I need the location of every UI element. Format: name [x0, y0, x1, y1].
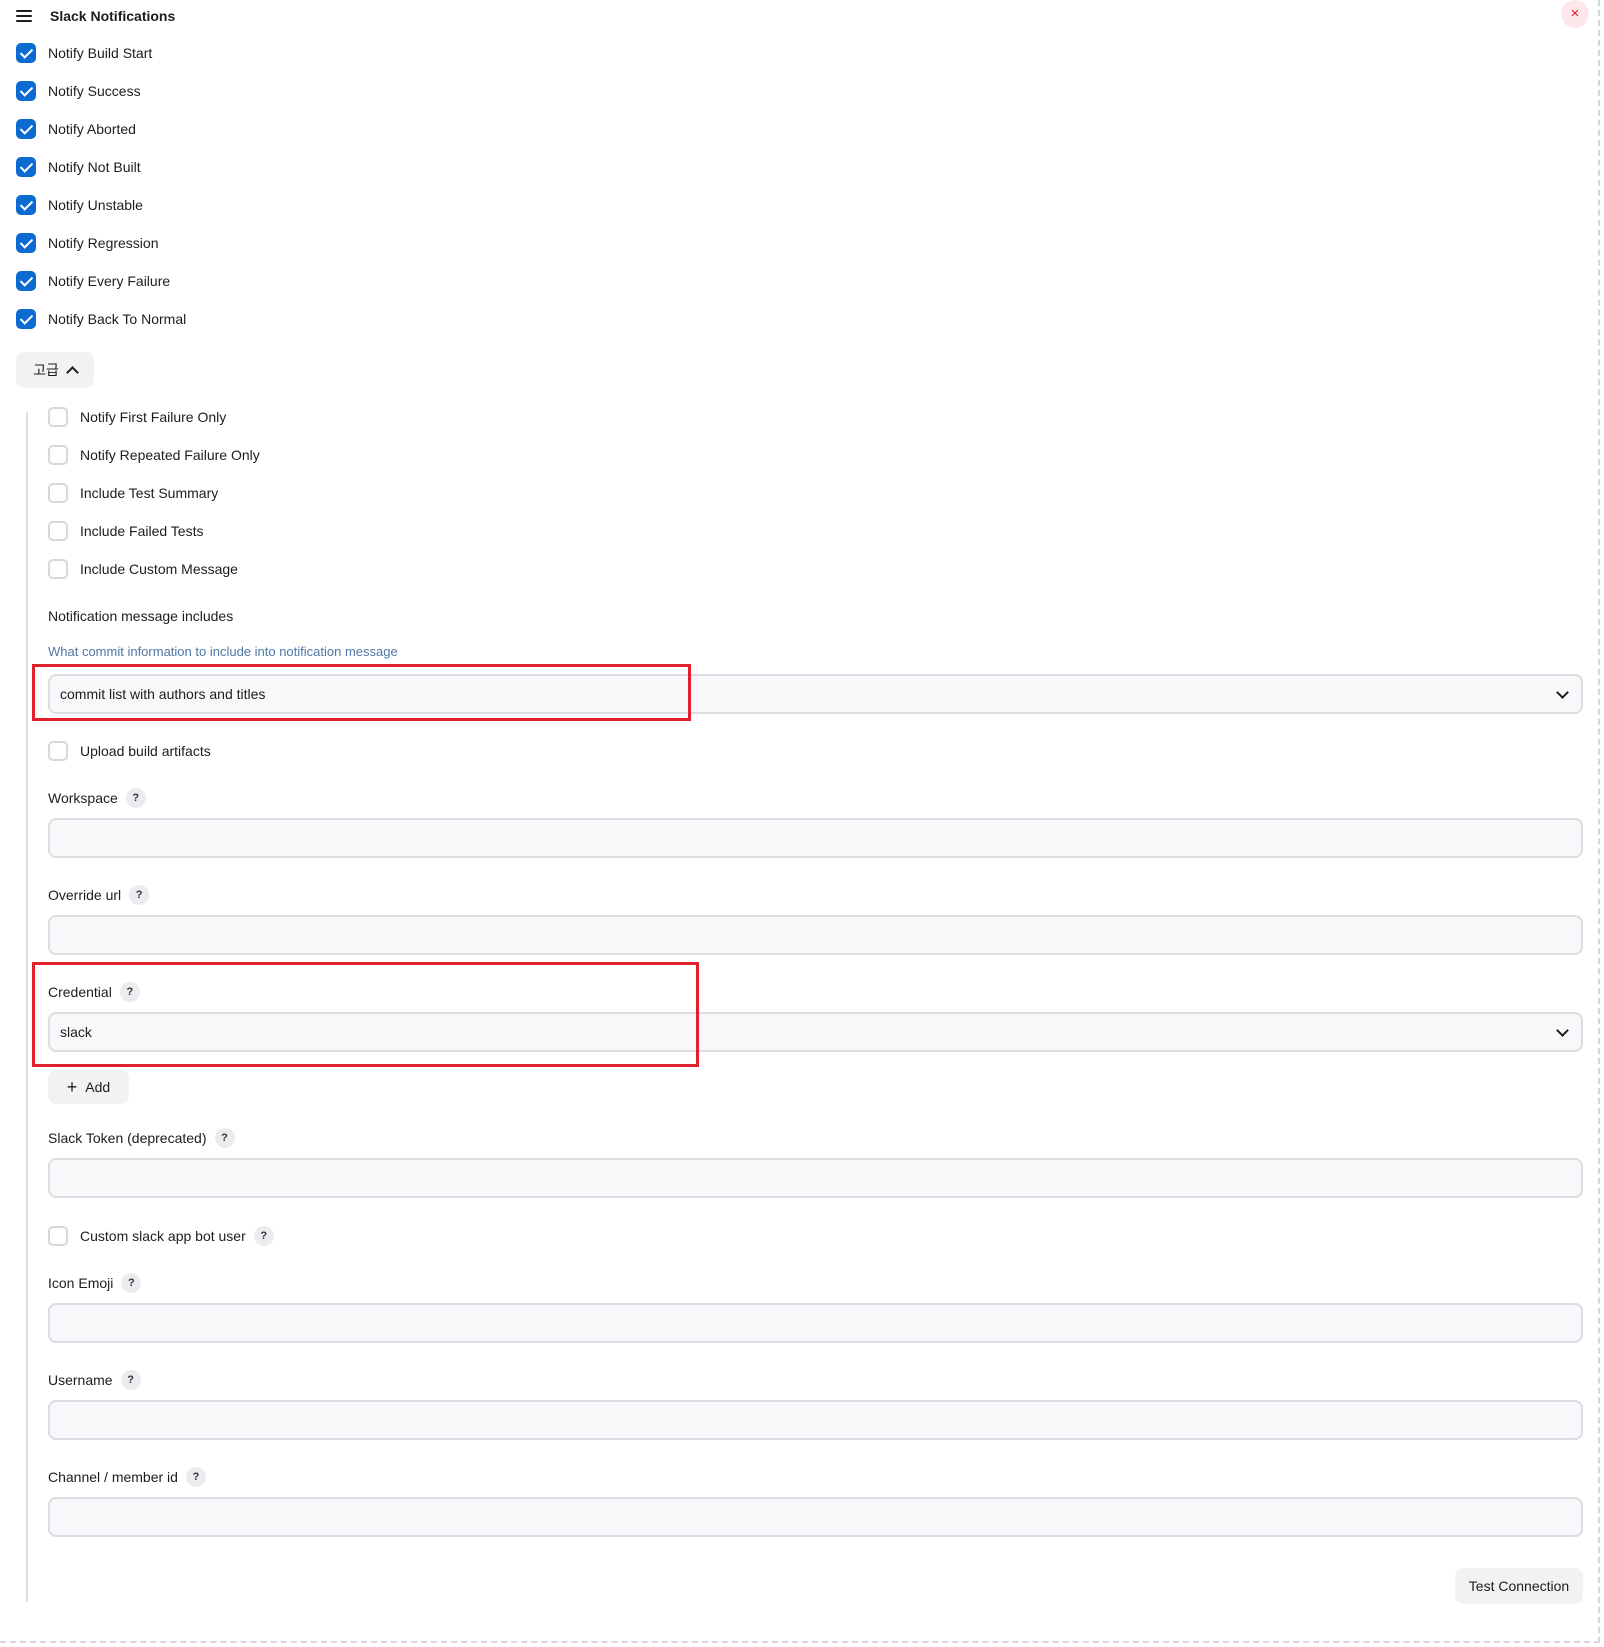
help-icon[interactable]: ?	[125, 788, 146, 808]
checkbox-notify-not-built[interactable]: Notify Not Built	[16, 157, 141, 177]
checkbox-label: Notify Success	[48, 83, 141, 99]
slack-token-input[interactable]	[48, 1158, 1583, 1198]
checkbox-checked-icon[interactable]	[16, 157, 36, 177]
icon-emoji-label: Icon Emoji ?	[48, 1273, 142, 1293]
checkbox-notify-aborted[interactable]: Notify Aborted	[16, 119, 136, 139]
username-label-text: Username	[48, 1372, 113, 1388]
advanced-label: 고급	[33, 362, 59, 378]
checkbox-include-failed-tests[interactable]: Include Failed Tests	[48, 521, 203, 541]
checkbox-label: Notify Build Start	[48, 45, 153, 61]
checkbox-checked-icon[interactable]	[16, 233, 36, 253]
credential-selected: slack	[60, 1024, 92, 1040]
checkbox-label: Notify Every Failure	[48, 273, 171, 289]
help-icon[interactable]: ?	[129, 885, 150, 905]
add-button-label: Add	[85, 1079, 111, 1095]
checkbox-unchecked-icon[interactable]	[48, 1226, 68, 1246]
checkbox-label: Notify Aborted	[48, 121, 136, 137]
icon-emoji-input[interactable]	[48, 1303, 1583, 1343]
checkbox-label: Notify Regression	[48, 235, 159, 251]
plus-icon: +	[66, 1077, 78, 1097]
override-url-label: Override url ?	[48, 885, 150, 905]
checkbox-unchecked-icon[interactable]	[48, 483, 68, 503]
checkbox-label: Notify Back To Normal	[48, 311, 187, 327]
checkbox-notify-first-failure-only[interactable]: Notify First Failure Only	[48, 407, 226, 427]
add-credential-button[interactable]: + Add	[48, 1070, 129, 1104]
section-title: Slack Notifications	[50, 8, 176, 24]
checkbox-notify-repeated-failure-only[interactable]: Notify Repeated Failure Only	[48, 445, 260, 465]
checkbox-include-test-summary[interactable]: Include Test Summary	[48, 483, 218, 503]
close-button[interactable]: ×	[1561, 0, 1589, 28]
checkbox-checked-icon[interactable]	[16, 195, 36, 215]
chevron-down-icon	[1556, 1024, 1569, 1037]
chevron-up-icon	[66, 365, 79, 379]
checkbox-unchecked-icon[interactable]	[48, 407, 68, 427]
icon-emoji-label-text: Icon Emoji	[48, 1275, 114, 1291]
drag-handle-icon[interactable]	[16, 10, 32, 22]
checkbox-label: Include Test Summary	[80, 485, 219, 501]
slack-token-label: Slack Token (deprecated) ?	[48, 1128, 235, 1148]
channel-label: Channel / member id ?	[48, 1467, 206, 1487]
checkbox-notify-success[interactable]: Notify Success	[16, 81, 141, 101]
checkbox-notify-build-start[interactable]: Notify Build Start	[16, 43, 152, 63]
notification-message-select[interactable]: commit list with authors and titles	[48, 674, 1583, 714]
checkbox-checked-icon[interactable]	[16, 119, 36, 139]
notification-message-selected: commit list with authors and titles	[60, 686, 266, 702]
workspace-label: Workspace ?	[48, 788, 146, 808]
checkbox-notify-every-failure[interactable]: Notify Every Failure	[16, 271, 170, 291]
checkbox-custom-slack-app-bot-user[interactable]: Custom slack app bot user ?	[48, 1226, 274, 1246]
help-icon[interactable]: ?	[120, 1370, 141, 1390]
checkbox-checked-icon[interactable]	[16, 43, 36, 63]
section-header: Slack Notifications	[16, 6, 175, 26]
workspace-label-text: Workspace	[48, 790, 118, 806]
checkbox-notify-unstable[interactable]: Notify Unstable	[16, 195, 143, 215]
advanced-section-divider	[26, 412, 28, 1602]
checkbox-upload-build-artifacts[interactable]: Upload build artifacts	[48, 741, 211, 761]
checkbox-label: Custom slack app bot user	[80, 1228, 246, 1244]
help-icon[interactable]: ?	[253, 1226, 274, 1246]
channel-label-text: Channel / member id	[48, 1469, 178, 1485]
chevron-down-icon	[1556, 686, 1569, 699]
checkbox-checked-icon[interactable]	[16, 81, 36, 101]
username-label: Username ?	[48, 1370, 141, 1390]
notification-message-description: What commit information to include into …	[48, 644, 398, 659]
help-icon[interactable]: ?	[214, 1128, 235, 1148]
checkbox-checked-icon[interactable]	[16, 309, 36, 329]
checkbox-unchecked-icon[interactable]	[48, 559, 68, 579]
credential-label: Credential ?	[48, 982, 140, 1002]
credential-label-text: Credential	[48, 984, 112, 1000]
checkbox-unchecked-icon[interactable]	[48, 521, 68, 541]
checkbox-checked-icon[interactable]	[16, 271, 36, 291]
checkbox-label: Upload build artifacts	[80, 743, 211, 759]
override-url-label-text: Override url	[48, 887, 122, 903]
help-icon[interactable]: ?	[121, 1273, 142, 1293]
username-input[interactable]	[48, 1400, 1583, 1440]
help-icon[interactable]: ?	[119, 982, 140, 1002]
checkbox-label: Include Custom Message	[80, 561, 238, 577]
help-icon[interactable]: ?	[185, 1467, 206, 1487]
checkbox-include-custom-message[interactable]: Include Custom Message	[48, 559, 238, 579]
notification-message-label: Notification message includes	[48, 608, 233, 624]
advanced-toggle-button[interactable]: 고급	[16, 352, 94, 388]
checkbox-label: Notify First Failure Only	[80, 409, 227, 425]
checkbox-notify-back-to-normal[interactable]: Notify Back To Normal	[16, 309, 186, 329]
slack-token-label-text: Slack Token (deprecated)	[48, 1130, 207, 1146]
channel-input[interactable]	[48, 1497, 1583, 1537]
checkbox-unchecked-icon[interactable]	[48, 445, 68, 465]
credential-select[interactable]: slack	[48, 1012, 1583, 1052]
checkbox-label: Notify Unstable	[48, 197, 143, 213]
test-connection-button[interactable]: Test Connection	[1455, 1568, 1583, 1604]
checkbox-notify-regression[interactable]: Notify Regression	[16, 233, 159, 253]
notification-message-label-text: Notification message includes	[48, 608, 234, 624]
checkbox-unchecked-icon[interactable]	[48, 741, 68, 761]
checkbox-label: Notify Repeated Failure Only	[80, 447, 260, 463]
checkbox-label: Notify Not Built	[48, 159, 141, 175]
override-url-input[interactable]	[48, 915, 1583, 955]
checkbox-label: Include Failed Tests	[80, 523, 204, 539]
workspace-input[interactable]	[48, 818, 1583, 858]
